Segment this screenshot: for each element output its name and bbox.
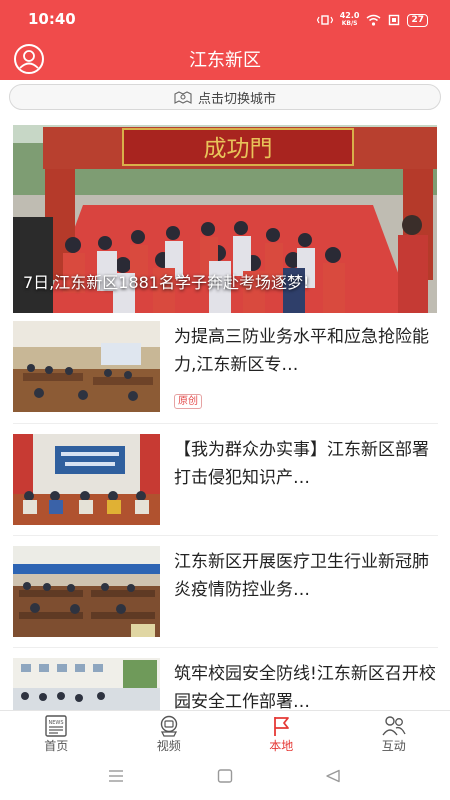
status-bar: 10:40 42.0 KB/S 27 (0, 0, 450, 38)
back-nav-button[interactable] (325, 768, 341, 787)
news-thumbnail (13, 321, 160, 412)
news-thumbnail (13, 546, 160, 637)
tab-interaction[interactable]: 互动 (338, 711, 450, 756)
tab-video-label: 视频 (156, 739, 181, 753)
divider (13, 647, 438, 648)
back-triangle-icon (326, 769, 340, 783)
sim-icon (389, 14, 400, 26)
tab-interaction-label: 互动 (381, 739, 406, 753)
divider (13, 535, 438, 536)
status-time: 10:40 (28, 10, 76, 28)
news-thumbnail (13, 658, 160, 710)
tab-local[interactable]: 本地 (225, 711, 338, 756)
divider (13, 423, 438, 424)
tab-home[interactable]: NEWS 首页 (0, 711, 113, 756)
city-switch-label: 点击切换城市 (197, 91, 276, 107)
page-title: 江东新区 (189, 50, 261, 71)
svg-text:NEWS: NEWS (49, 720, 64, 726)
menu-icon (109, 770, 123, 782)
square-home-icon (217, 769, 233, 783)
bottom-tab-bar: NEWS 首页 视频 本地 互动 (0, 710, 450, 756)
wifi-icon (367, 14, 381, 26)
news-item[interactable]: 江东新区开展医疗卫生行业新冠肺炎疫情防控业务… (13, 546, 438, 638)
news-title: 江东新区开展医疗卫生行业新冠肺炎疫情防控业务… (174, 552, 429, 600)
hero-sign-text: 成功門 (204, 136, 273, 162)
map-location-icon (174, 91, 192, 104)
news-title: 为提高三防业务水平和应急抢险能力,江东新区专… (174, 327, 429, 375)
tab-video[interactable]: 视频 (113, 711, 226, 756)
status-icons: 42.0 KB/S 27 (316, 11, 428, 28)
home-nav-button[interactable] (217, 768, 233, 787)
news-title: 【我为群众办实事】江东新区部署打击侵犯知识产… (174, 440, 429, 488)
city-switch-button[interactable]: 点击切换城市 (9, 84, 441, 110)
system-nav-bar (0, 756, 450, 800)
news-thumbnail (13, 434, 160, 525)
news-item[interactable]: 筑牢校园安全防线!江东新区召开校园安全工作部署… (13, 658, 438, 710)
news-title: 筑牢校园安全防线!江东新区召开校园安全工作部署… (174, 664, 436, 710)
title-bar: 江东新区 (0, 38, 450, 80)
news-item[interactable]: 为提高三防业务水平和应急抢险能力,江东新区专… 原创 (13, 321, 438, 413)
vibrate-icon (316, 15, 333, 25)
tab-home-label: 首页 (44, 739, 69, 753)
news-item[interactable]: 【我为群众办实事】江东新区部署打击侵犯知识产… (13, 434, 438, 526)
menu-button[interactable] (108, 768, 124, 787)
hero-banner[interactable]: 成功門 7日,江东新区1881名学子奔赴考场逐梦! (13, 125, 437, 313)
tab-local-label: 本地 (269, 739, 294, 753)
network-speed: 42.0 KB/S (339, 11, 360, 28)
hero-caption: 7日,江东新区1881名学子奔赴考场逐梦! (23, 273, 310, 292)
battery-indicator: 27 (407, 13, 428, 27)
original-badge: 原创 (174, 394, 202, 409)
